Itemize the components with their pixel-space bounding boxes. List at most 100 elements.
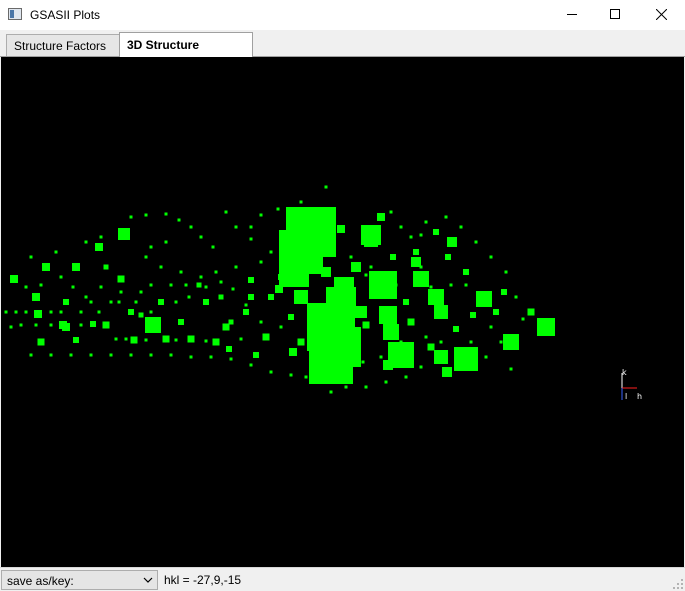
tab-3d-structure-factors[interactable]: 3D Structure Factors bbox=[119, 32, 253, 76]
reflection-marker bbox=[169, 283, 173, 287]
reflection-marker bbox=[179, 270, 183, 274]
reflection-marker bbox=[319, 255, 323, 259]
maximize-button[interactable] bbox=[593, 0, 639, 30]
reflection-marker bbox=[169, 353, 173, 357]
reflection-marker bbox=[453, 326, 459, 332]
reflection-marker bbox=[501, 289, 507, 295]
reflection-marker bbox=[9, 325, 13, 329]
reflection-marker bbox=[244, 303, 248, 307]
reflection-marker bbox=[439, 340, 443, 344]
tab-structure-factors[interactable]: Structure Factors bbox=[6, 34, 121, 56]
reflection-marker bbox=[464, 283, 468, 287]
reflection-marker bbox=[419, 265, 423, 269]
resize-grip-icon[interactable] bbox=[672, 578, 684, 590]
reflection-marker bbox=[95, 243, 103, 251]
close-button[interactable] bbox=[639, 0, 685, 30]
reflection-marker bbox=[34, 310, 42, 318]
reflection-marker bbox=[361, 360, 365, 364]
reflection-marker bbox=[278, 274, 284, 280]
reflection-marker bbox=[149, 283, 153, 287]
reflection-marker bbox=[399, 225, 403, 229]
reflection-marker bbox=[234, 225, 238, 229]
plot-canvas[interactable]: k l h bbox=[1, 57, 684, 567]
h-axis-label: h bbox=[637, 392, 642, 401]
reflection-marker bbox=[262, 333, 270, 341]
reflection-marker bbox=[10, 275, 18, 283]
reflection-marker bbox=[228, 319, 234, 325]
reflection-marker bbox=[89, 353, 93, 357]
save-as-key-dropdown[interactable]: save as/key: bbox=[1, 570, 158, 590]
reflection-marker bbox=[355, 306, 367, 318]
reflection-marker bbox=[231, 287, 235, 291]
reflection-marker bbox=[117, 300, 121, 304]
reflection-marker bbox=[294, 290, 308, 304]
reflection-marker bbox=[377, 213, 385, 221]
reflection-marker bbox=[362, 321, 370, 329]
reflection-marker bbox=[196, 282, 202, 288]
reflection-marker bbox=[203, 299, 209, 305]
reflection-marker bbox=[503, 334, 519, 350]
reflection-marker bbox=[445, 254, 451, 260]
structure-factor-3d-plot[interactable]: k l h bbox=[1, 57, 684, 567]
reflection-marker bbox=[139, 290, 143, 294]
reflection-marker bbox=[124, 337, 128, 341]
reflection-marker bbox=[164, 240, 168, 244]
reflection-marker bbox=[102, 321, 110, 329]
reflection-marker bbox=[383, 360, 393, 370]
reflection-marker bbox=[476, 291, 492, 307]
reflection-marker bbox=[117, 275, 125, 283]
reflection-marker bbox=[187, 295, 191, 299]
reflection-marker bbox=[279, 257, 309, 287]
reflection-marker bbox=[444, 215, 448, 219]
reflection-marker bbox=[413, 249, 419, 255]
reflection-marker bbox=[379, 355, 383, 359]
reflection-marker bbox=[199, 235, 203, 239]
minimize-button[interactable] bbox=[549, 0, 595, 30]
reflection-marker bbox=[275, 285, 283, 293]
reflection-marker bbox=[389, 210, 393, 214]
reflection-marker bbox=[470, 312, 476, 318]
reflection-marker bbox=[90, 321, 96, 327]
reflection-marker bbox=[424, 220, 428, 224]
reflection-marker bbox=[369, 271, 397, 299]
reflection-marker bbox=[234, 265, 238, 269]
reflection-marker bbox=[349, 255, 353, 259]
reflection-marker bbox=[344, 385, 348, 389]
reflection-marker bbox=[79, 310, 83, 314]
reflection-marker bbox=[369, 265, 373, 269]
reflection-marker bbox=[63, 299, 69, 305]
reflection-marker bbox=[114, 337, 118, 341]
reflection-marker bbox=[84, 240, 88, 244]
reflection-marker bbox=[134, 300, 138, 304]
reflection-marker bbox=[189, 355, 193, 359]
reflection-marker bbox=[454, 347, 478, 371]
reflection-marker bbox=[299, 200, 303, 204]
reflection-marker bbox=[304, 375, 308, 379]
reflection-marker bbox=[149, 310, 153, 314]
reflection-marker bbox=[89, 300, 93, 304]
window-title: GSASII Plots bbox=[30, 8, 101, 22]
reflection-marker bbox=[364, 233, 378, 247]
reflection-marker bbox=[174, 338, 178, 342]
reflection-marker bbox=[269, 370, 273, 374]
reflection-marker bbox=[178, 319, 184, 325]
reflection-marker bbox=[427, 343, 435, 351]
tab-bar: Structure Factors 3D Structure Factors bbox=[0, 30, 685, 76]
reflection-marker bbox=[514, 295, 518, 299]
reflection-marker bbox=[149, 353, 153, 357]
reflection-marker bbox=[164, 212, 168, 216]
reflection-marker bbox=[288, 314, 294, 320]
reflection-marker bbox=[204, 285, 208, 289]
reflection-marker bbox=[489, 325, 493, 329]
reflection-marker bbox=[24, 285, 28, 289]
reflection-marker bbox=[54, 250, 58, 254]
reflection-marker bbox=[321, 267, 331, 277]
reflection-marker bbox=[407, 318, 415, 326]
reflection-marker bbox=[224, 210, 228, 214]
reflection-marker bbox=[428, 289, 444, 305]
title-bar: GSASII Plots bbox=[0, 0, 685, 30]
reflection-marker bbox=[226, 346, 232, 352]
reflection-marker bbox=[214, 270, 218, 274]
reflection-marker bbox=[429, 285, 433, 289]
reflection-marker bbox=[321, 327, 361, 367]
